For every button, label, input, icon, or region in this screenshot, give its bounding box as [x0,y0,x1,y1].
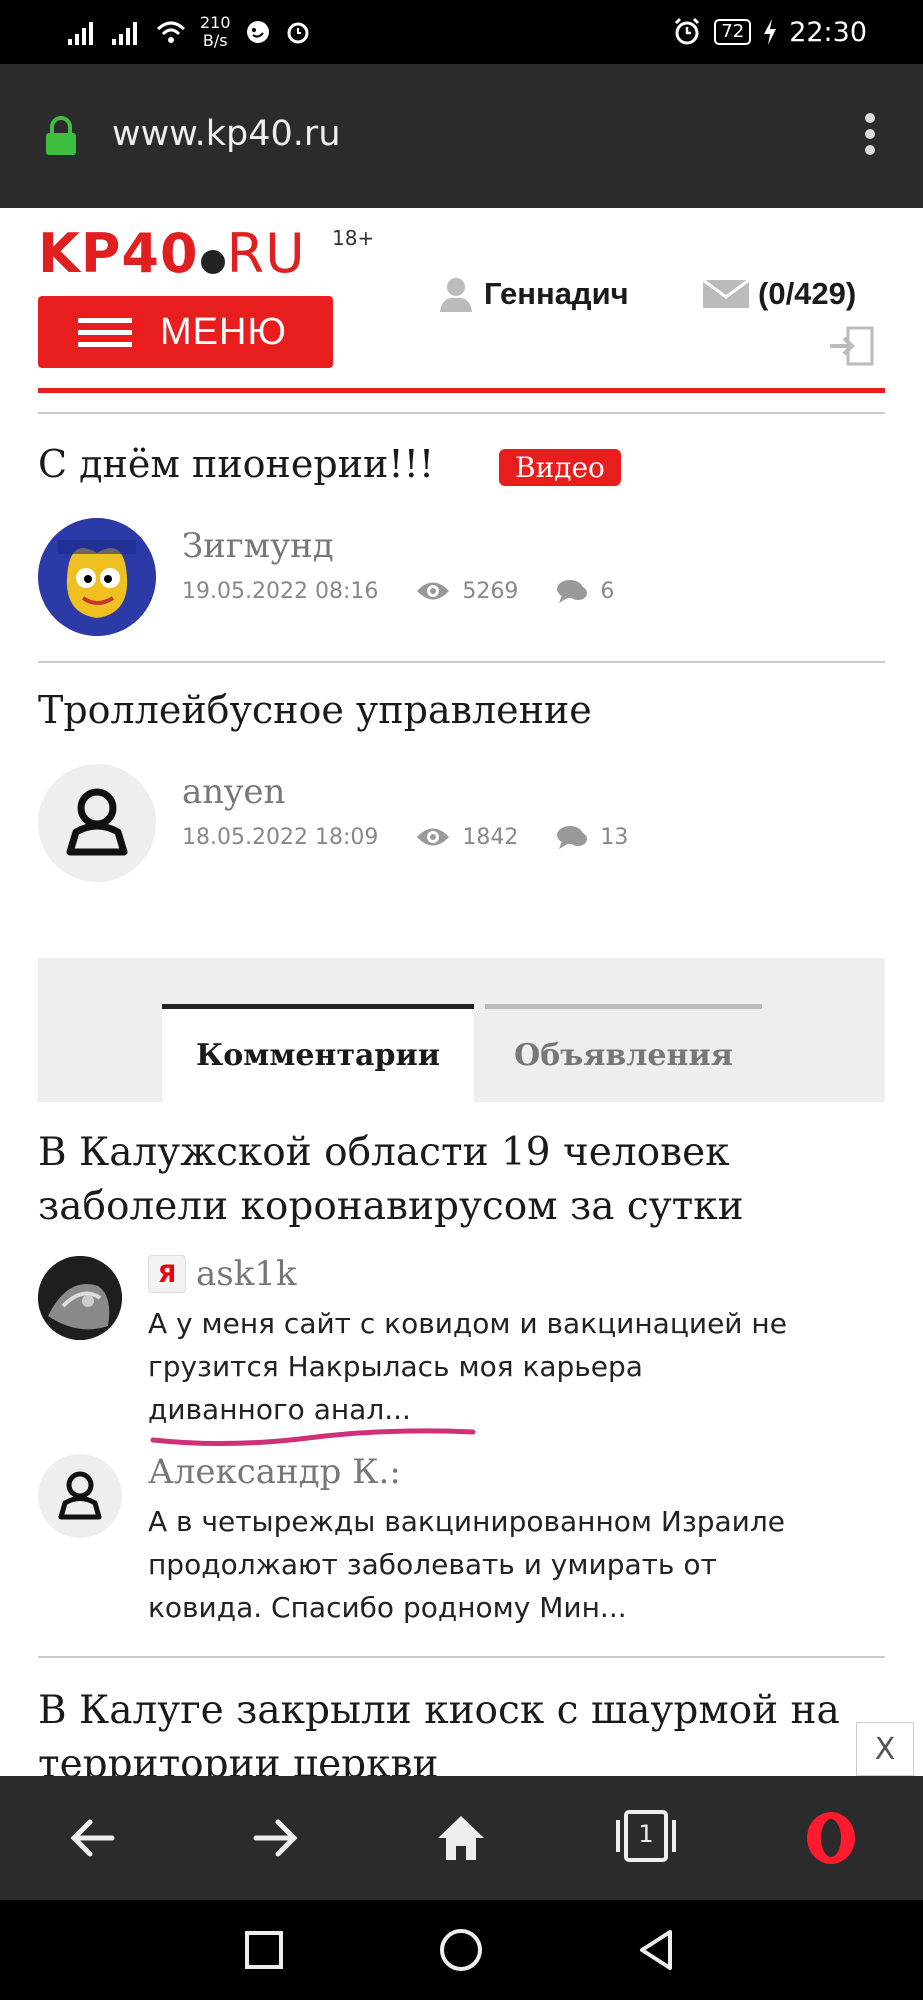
yandex-icon: Я [148,1255,186,1293]
tab-comments[interactable]: Комментарии [162,1004,474,1102]
comments-count: 13 [600,824,629,850]
back-icon[interactable] [68,1810,116,1866]
mail-icon [702,279,750,308]
home-icon[interactable] [434,1810,488,1866]
avatar[interactable] [38,518,156,636]
user-icon [440,278,472,312]
avatar-cat-image [38,518,156,636]
avatar[interactable] [38,1256,122,1340]
comment-author[interactable]: Александр К.: [148,1452,401,1492]
header-divider [38,388,885,393]
messages-link[interactable]: (0/429) [702,276,856,312]
battery-indicator: 72 [714,19,752,45]
post-date: 19.05.2022 08:16 [182,578,379,604]
charging-icon [764,19,777,45]
eye-icon [417,582,450,600]
opera-icon[interactable] [804,1810,858,1866]
back-button-icon[interactable] [636,1928,676,1972]
close-button[interactable]: X [856,1722,914,1776]
comment-text[interactable]: А в четырежды вакцинированном Израиле пр… [148,1500,888,1629]
author-name[interactable]: anyen [182,772,285,812]
forward-icon[interactable] [252,1810,300,1866]
lock-icon [46,116,76,155]
tab-ads[interactable]: Объявления [485,1004,762,1102]
app-notification-icon [246,21,269,43]
url-field[interactable]: www.kp40.ru [112,114,341,154]
home-button-icon[interactable] [438,1928,484,1972]
commented-article-title[interactable]: В Калужской области 19 человек заболели … [38,1126,888,1234]
author-name[interactable]: Зигмунд [182,526,334,566]
tab-count: 1 [638,1820,654,1848]
article-meta: 18.05.2022 18:09 1842 13 [182,824,628,850]
views-count: 1842 [462,824,519,850]
comment-text[interactable]: А у меня сайт с ковидом и вакцинацией не… [148,1302,888,1431]
commented-article-title[interactable]: В Калуге закрыли киоск с шаурмой на терр… [38,1684,898,1776]
video-badge: Видео [499,449,621,486]
post-date: 18.05.2022 18:09 [182,824,379,850]
username: Геннадич [484,276,629,311]
tabs-switcher[interactable]: 1 [614,1806,678,1866]
divider [38,1656,885,1658]
clock: 22:30 [789,16,867,48]
comments-icon [557,826,588,849]
signal-icon-2 [112,22,137,45]
menu-button[interactable]: МЕНЮ [38,296,333,368]
handwritten-underline [150,1428,476,1447]
avatar[interactable] [38,764,156,882]
article-meta: 19.05.2022 08:16 5269 6 [182,578,614,604]
divider [38,661,885,663]
avatar[interactable] [38,1454,122,1538]
default-user-icon [58,1471,102,1520]
message-count: (0/429) [758,276,857,311]
avatar-photo [38,1256,122,1340]
system-navigation-bar [0,1900,923,2000]
logout-icon[interactable] [828,326,876,366]
browser-address-bar: www.kp40.ru [0,64,923,208]
more-options-icon[interactable] [863,112,877,156]
status-bar: 210 B/s 72 22:30 [0,0,923,64]
article-title[interactable]: Троллейбусное управление [38,688,592,732]
article-title[interactable]: С днём пионерии!!! [38,442,434,486]
age-rating: 18+ [332,226,375,250]
recent-apps-icon[interactable] [244,1928,284,1972]
signal-icon [68,22,93,45]
eye-icon [417,828,450,846]
wifi-icon [156,21,186,43]
default-user-icon [66,788,128,856]
comments-count: 6 [600,578,615,604]
views-count: 5269 [462,578,519,604]
alarm-notification-icon [287,22,309,44]
hamburger-icon [78,311,132,354]
comments-icon [557,580,588,603]
site-logo[interactable]: KP40 RU [38,222,306,285]
menu-label: МЕНЮ [160,310,287,353]
user-profile-link[interactable]: Геннадич [438,276,629,312]
alarm-icon [675,17,700,45]
comment-author[interactable]: Я ask1k [148,1254,297,1294]
net-speed: 210 B/s [200,13,231,50]
divider [38,412,885,414]
browser-bottom-bar: 1 [0,1776,923,1900]
